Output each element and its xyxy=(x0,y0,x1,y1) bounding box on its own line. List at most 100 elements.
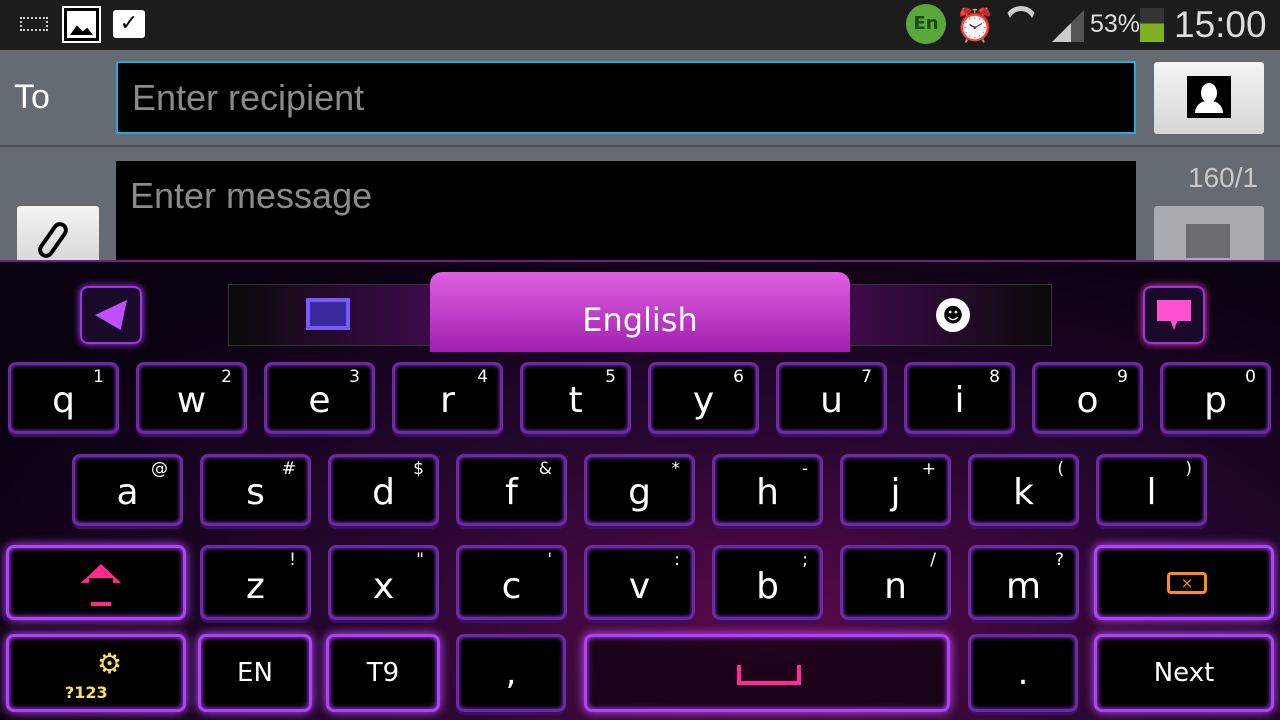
wifi-icon xyxy=(1004,6,1038,40)
key-secondary-label: 0 xyxy=(1245,367,1256,387)
key-secondary-label: 8 xyxy=(989,367,1000,387)
key-q[interactable]: q1 xyxy=(8,362,119,434)
key-f[interactable]: f & xyxy=(456,454,567,526)
key-secondary-label: 3 xyxy=(349,367,360,387)
send-icon xyxy=(1186,224,1230,258)
key-w[interactable]: w2 xyxy=(136,362,247,434)
shopping-bag-icon: ✓ xyxy=(113,10,145,38)
compose-area: To Enter recipient Enter message 160/1 xyxy=(0,50,1280,271)
hide-keyboard-icon xyxy=(1157,300,1191,330)
key-j[interactable]: j + xyxy=(840,454,951,526)
keyboard-icon xyxy=(20,17,48,31)
key-secondary-label: + xyxy=(921,459,936,479)
clipboard-icon[interactable] xyxy=(306,298,350,330)
key-secondary-label: ' xyxy=(547,550,552,570)
key-secondary-label: 6 xyxy=(733,367,744,387)
t9-key-label: T9 xyxy=(366,658,400,688)
key-n[interactable]: n / xyxy=(840,545,951,620)
message-input[interactable]: Enter message xyxy=(116,161,1136,271)
theme-icon xyxy=(95,300,127,330)
key-r[interactable]: r4 xyxy=(392,362,503,434)
send-button[interactable] xyxy=(1154,206,1264,266)
paperclip-icon xyxy=(34,219,72,261)
recipient-input[interactable]: Enter recipient xyxy=(116,61,1136,134)
backspace-icon: × xyxy=(1167,572,1207,594)
key-secondary-label: $ xyxy=(413,459,424,479)
key-secondary-label: ) xyxy=(1185,459,1192,479)
status-bar: ✓ En ⏰ 53% 15:00 xyxy=(0,0,1280,50)
key-secondary-label: # xyxy=(281,459,296,479)
key-t[interactable]: t5 xyxy=(520,362,631,434)
key-v[interactable]: v: xyxy=(584,545,695,620)
space-icon xyxy=(737,665,801,685)
language-selector[interactable]: English xyxy=(430,272,850,352)
battery-percent: 53% xyxy=(1090,10,1141,38)
key-secondary-label: ; xyxy=(802,550,808,570)
key-b[interactable]: b; xyxy=(712,545,823,620)
key-secondary-label: ( xyxy=(1057,459,1064,479)
comma-key[interactable]: , xyxy=(456,634,566,712)
emoji-icon[interactable]: ☻ xyxy=(936,298,970,332)
key-x[interactable]: x " xyxy=(328,545,439,620)
key-secondary-label: : xyxy=(674,550,680,570)
key-z[interactable]: z! xyxy=(200,545,311,620)
key-label: n xyxy=(884,566,907,607)
key-secondary-label: 2 xyxy=(221,367,232,387)
key-secondary-label: 9 xyxy=(1117,367,1128,387)
key-secondary-label: & xyxy=(538,459,552,479)
symbols-key[interactable]: ⚙ ?123 xyxy=(6,634,186,712)
key-secondary-label: 7 xyxy=(861,367,872,387)
theme-button[interactable] xyxy=(80,286,142,344)
key-o[interactable]: o9 xyxy=(1032,362,1143,434)
key-g[interactable]: g * xyxy=(584,454,695,526)
backspace-key[interactable]: × xyxy=(1094,545,1274,620)
space-key[interactable] xyxy=(584,634,950,712)
symbols-label: ?123 xyxy=(65,683,108,702)
language-key-label: EN xyxy=(237,658,273,688)
hide-keyboard-button[interactable] xyxy=(1143,286,1205,344)
key-m[interactable]: m? xyxy=(968,545,1079,620)
contact-icon xyxy=(1187,76,1231,118)
next-key[interactable]: Next xyxy=(1094,634,1274,712)
key-c[interactable]: c ' xyxy=(456,545,567,620)
key-p[interactable]: p0 xyxy=(1160,362,1271,434)
key-label: z xyxy=(246,566,265,607)
key-h[interactable]: h- xyxy=(712,454,823,526)
key-e[interactable]: e3 xyxy=(264,362,375,434)
key-secondary-label: ? xyxy=(1054,550,1064,570)
key-secondary-label: / xyxy=(930,550,936,570)
key-a[interactable]: a @ xyxy=(72,454,183,526)
key-secondary-label: 4 xyxy=(477,367,488,387)
key-secondary-label: " xyxy=(416,550,424,570)
period-key[interactable]: . xyxy=(968,634,1078,712)
key-s[interactable]: s # xyxy=(200,454,311,526)
key-secondary-label: - xyxy=(801,459,808,479)
key-u[interactable]: u7 xyxy=(776,362,887,434)
next-label: Next xyxy=(1153,658,1215,688)
key-label: b xyxy=(756,566,779,607)
attach-button[interactable] xyxy=(17,206,99,266)
key-y[interactable]: y6 xyxy=(648,362,759,434)
key-k[interactable]: k( xyxy=(968,454,1079,526)
contacts-button[interactable] xyxy=(1154,62,1264,134)
char-counter: 160/1 xyxy=(1188,162,1259,193)
shift-key[interactable] xyxy=(6,545,186,620)
key-d[interactable]: d $ xyxy=(328,454,439,526)
to-label: To xyxy=(14,78,50,116)
comma-label: , xyxy=(505,653,517,693)
key-label: v xyxy=(628,566,651,607)
key-i[interactable]: i8 xyxy=(904,362,1015,434)
key-secondary-label: 5 xyxy=(605,367,616,387)
language-key[interactable]: EN xyxy=(198,634,312,712)
t9-key[interactable]: T9 xyxy=(326,634,440,712)
language-icon: En xyxy=(906,4,946,44)
key-label: c xyxy=(501,566,522,607)
alarm-icon: ⏰ xyxy=(955,7,995,43)
clock: 15:00 xyxy=(1174,4,1267,45)
key-secondary-label: ! xyxy=(289,550,296,570)
period-label: . xyxy=(1017,653,1029,693)
key-secondary-label: * xyxy=(671,459,681,479)
key-l[interactable]: l) xyxy=(1096,454,1207,526)
settings-icon: ⚙ xyxy=(97,647,123,680)
signal-icon xyxy=(1052,10,1084,42)
